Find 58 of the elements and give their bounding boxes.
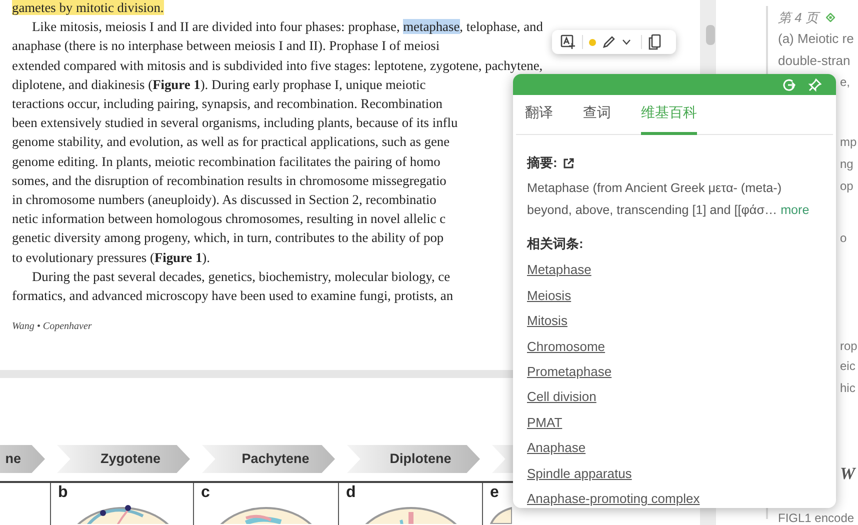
- section-heading: 相关词条:: [527, 234, 584, 253]
- body-text-line: genome editing. In plants, meiotic recombination facilitates the pairing of homo: [12, 152, 440, 171]
- body-text-line: to evolutionary pressures (Figure 1).: [12, 248, 210, 267]
- note-text: op: [840, 178, 854, 194]
- note-text: o: [840, 230, 847, 246]
- panel-letter: d: [346, 484, 356, 502]
- summary-text: Metaphase (from Ancient Greek μετα- (meta-) beyond, above, transcending [1] and [[φάσ… more: [527, 180, 810, 219]
- panel-letter: b: [58, 484, 68, 502]
- body-text-line: diplotene, and diakinesis (Figure 1). During early prophase I, unique meiotic: [12, 76, 426, 94]
- body-text-line: Like mitosis, meiosis I and II are divided into four phases: prophase, metaphase, telophase, and: [31, 18, 543, 36]
- cell-drawing: [490, 506, 512, 524]
- related-link[interactable]: Metaphase: [527, 260, 592, 280]
- related-link[interactable]: Anaphase: [527, 438, 586, 458]
- body-text-line: extended compared with mitosis and is subdivided into five stages: leptotene, zygotene, pachytene,: [12, 56, 543, 75]
- pencil-icon[interactable]: [602, 35, 616, 49]
- body-text-line: netic information between homologous chromosomes, resulting in novel allelic c: [12, 210, 446, 228]
- note-text: double-stran: [778, 52, 850, 70]
- related-link[interactable]: Meiosis: [527, 286, 572, 305]
- body-text-line: formatics, and advanced microscopy have been used to examine fungi, protists, an: [12, 287, 454, 306]
- related-link[interactable]: Mitosis: [527, 311, 568, 330]
- external-link-icon[interactable]: [563, 158, 574, 169]
- popup-tab[interactable]: 翻译: [525, 102, 553, 136]
- note-text: FIGL1 encode: [778, 511, 854, 525]
- body-text-line: in chromosome numbers (aneuploidy). As discussed in Section 2, recombinatio: [12, 191, 436, 210]
- note-text: eic: [840, 358, 856, 374]
- related-link[interactable]: Chromosome: [527, 336, 606, 356]
- related-link[interactable]: Spindle apparatus: [527, 464, 632, 483]
- related-link[interactable]: Cell division: [527, 387, 596, 406]
- body-text-line: During the past several decades, genetics, biochemistry, molecular biology, ce: [31, 268, 450, 286]
- diamond-icon: [826, 13, 836, 22]
- body-text-line: teractions occur, including pairing, synapsis, and recombination. Recombination: [12, 95, 442, 114]
- body-text-line: been extensively studied in several organisms, including plants, because of its influ: [12, 114, 458, 132]
- note-text: W: [840, 466, 856, 482]
- note-text: mp: [840, 134, 857, 150]
- popup-tab[interactable]: 查词: [583, 102, 611, 136]
- page-footer: Wang • Copenhaver: [12, 319, 92, 334]
- section-heading: 摘要:: [527, 154, 558, 172]
- related-link[interactable]: Prometaphase: [527, 362, 612, 382]
- related-link[interactable]: PMAT: [527, 412, 562, 432]
- note-text: (a) Meiotic re: [778, 30, 854, 48]
- note-text: ng: [840, 156, 854, 172]
- note-text: e,: [840, 74, 850, 90]
- related-link[interactable]: Anaphase-promoting complex: [527, 489, 700, 508]
- body-text-line: somes, and the disruption of recombination results in chromosome missegregatio: [12, 172, 446, 190]
- translate-icon[interactable]: [560, 34, 576, 50]
- body-text-line: genome stability, and evolution, as well as for practical applications, such as gene: [12, 133, 450, 152]
- panel-letter: e: [490, 484, 499, 502]
- refresh-icon[interactable]: [782, 78, 796, 92]
- note-text: rop: [840, 338, 858, 354]
- note-text: hic: [840, 380, 856, 396]
- panel-letter: c: [201, 484, 210, 502]
- scrollbar-thumb[interactable]: [706, 25, 715, 45]
- body-text-line: anaphase (there is no interphase between meiosis I and II). Prophase I of meiosi: [12, 37, 440, 56]
- copy-icon[interactable]: [648, 34, 661, 50]
- chevron-down-icon[interactable]: [622, 39, 631, 45]
- page-label: 第 4 页: [778, 9, 818, 27]
- body-text-line: genetic diversity among progeny, which, in turn, contributes to the ability of pop: [12, 229, 444, 248]
- pin-icon[interactable]: [808, 78, 822, 92]
